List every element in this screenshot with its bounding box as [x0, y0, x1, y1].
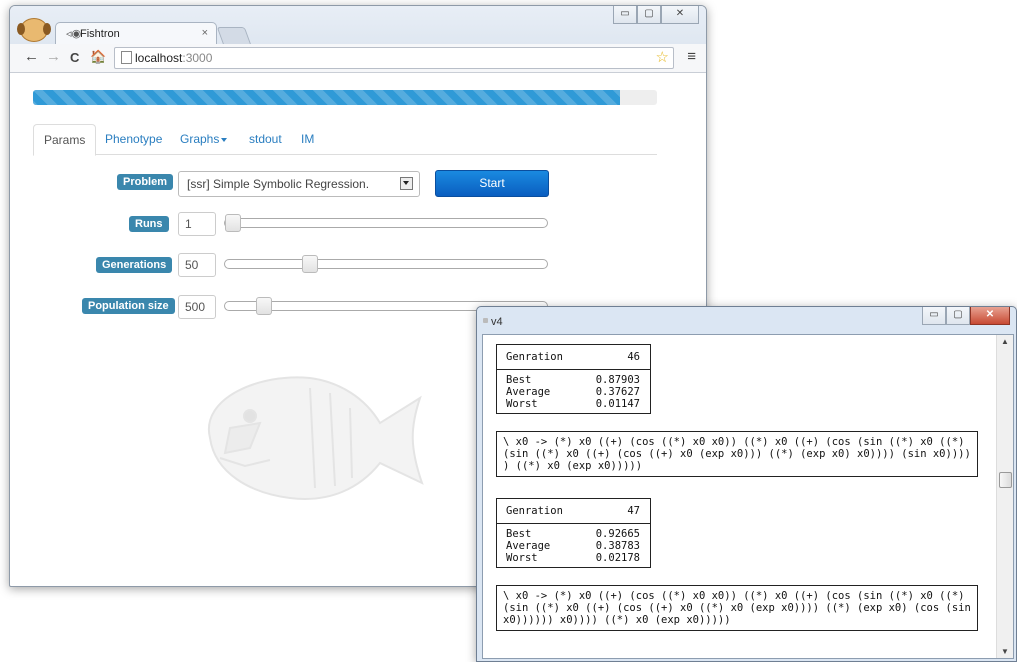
runs-input-value: 1	[185, 217, 192, 231]
generation-stats: Best 0.92665 Average 0.38783 Worst 0.02178	[497, 524, 650, 567]
dropdown-arrow-icon	[400, 177, 413, 190]
generations-input-value: 50	[185, 258, 199, 272]
nav-tabs: Params Phenotype Graphs stdout IM	[33, 124, 657, 156]
stat-row-worst: Worst 0.01147	[497, 398, 650, 410]
vertical-scrollbar[interactable]: ▲ ▼	[996, 335, 1013, 658]
population-size-input[interactable]: 500	[178, 295, 216, 319]
fishtron-fish-logo-icon	[207, 376, 424, 500]
problem-label: Problem	[117, 174, 174, 190]
best-expression: \ x0 -> (*) x0 ((+) (cos ((*) x0 x0)) ((…	[496, 431, 978, 477]
tab-title: Fishtron	[80, 28, 120, 40]
generation-box: Genration 46 Best 0.87903 Average 0.37627 …	[496, 344, 651, 414]
stat-label: Worst	[506, 398, 538, 410]
population-size-input-value: 500	[185, 300, 206, 314]
generation-header: Genration 47	[497, 499, 650, 524]
stat-row-best: Best 0.87903	[497, 374, 650, 386]
stat-label: Best	[506, 528, 532, 540]
stat-label: Average	[506, 540, 551, 552]
browser-toolbar: ← → C 🏠 localhost:3000 ☆ ≡	[10, 44, 706, 73]
stat-value: 0.87903	[595, 374, 640, 386]
runs-slider-handle[interactable]	[225, 214, 241, 232]
back-arrow-icon[interactable]: ←	[24, 48, 39, 65]
v4-window-controls: ▭ ▢ ✕	[922, 307, 1010, 325]
v4-window-title: v4	[491, 316, 503, 328]
address-bar[interactable]: localhost:3000 ☆	[114, 47, 674, 69]
stat-label: Best	[506, 374, 532, 386]
runs-slider[interactable]	[224, 214, 548, 232]
tab-close-icon[interactable]: ×	[202, 27, 208, 39]
tab-graphs[interactable]: Graphs	[170, 124, 237, 153]
stat-label: Average	[506, 386, 551, 398]
evolution-progress-bar	[33, 90, 657, 105]
stat-row-average: Average 0.37627	[497, 386, 650, 398]
browser-window-controls: ▭ ▢ ✕	[613, 6, 699, 24]
stat-row-worst: Worst 0.02178	[497, 552, 650, 564]
v4-close-button[interactable]: ✕	[970, 307, 1010, 325]
url-host: localhost	[135, 51, 183, 65]
stat-row-average: Average 0.38783	[497, 540, 650, 552]
scroll-down-arrow-icon[interactable]: ▼	[1001, 647, 1009, 656]
v4-window: v4 ▭ ▢ ✕ Genration 46 Best 0.87903 Averag…	[476, 306, 1017, 662]
progress-fill	[33, 90, 620, 105]
population-size-label: Population size	[82, 298, 175, 314]
forward-arrow-icon[interactable]: →	[46, 48, 61, 65]
problem-select[interactable]: [ssr] Simple Symbolic Regression.	[178, 171, 420, 197]
best-expression: \ x0 -> (*) x0 ((+) (cos ((*) x0 x0)) ((…	[496, 585, 978, 631]
generation-number: 46	[627, 351, 640, 363]
generations-slider-handle[interactable]	[302, 255, 318, 273]
minimize-button[interactable]: ▭	[613, 6, 637, 24]
maximize-button[interactable]: ▢	[637, 6, 661, 24]
generations-label: Generations	[96, 257, 173, 273]
url-port: :3000	[182, 51, 213, 65]
tab-stdout[interactable]: stdout	[239, 124, 292, 153]
runs-input[interactable]: 1	[178, 212, 216, 236]
v4-output-panel: Genration 46 Best 0.87903 Average 0.37627 …	[482, 334, 1014, 659]
stat-value: 0.92665	[595, 528, 640, 540]
stat-value: 0.02178	[595, 552, 640, 564]
scrollbar-thumb[interactable]	[999, 472, 1012, 488]
stat-value: 0.37627	[595, 386, 640, 398]
generations-slider[interactable]	[224, 255, 548, 273]
generation-label: Genration	[506, 351, 563, 363]
tab-im[interactable]: IM	[291, 124, 324, 153]
start-button[interactable]: Start	[435, 170, 549, 197]
stat-value: 0.38783	[595, 540, 640, 552]
v4-maximize-button[interactable]: ▢	[946, 307, 970, 325]
tab-graphs-label: Graphs	[180, 132, 220, 146]
browser-tab[interactable]: ◃◉ Fishtron ×	[55, 22, 217, 45]
chrome-user-avatar-icon[interactable]	[17, 18, 51, 42]
new-tab-button[interactable]	[216, 27, 252, 45]
tab-params[interactable]: Params	[33, 124, 97, 156]
page-icon	[121, 51, 132, 64]
generation-box: Genration 47 Best 0.92665 Average 0.38783 …	[496, 498, 651, 568]
generation-number: 47	[627, 505, 640, 517]
home-icon[interactable]: 🏠	[90, 49, 106, 65]
generation-header: Genration 46	[497, 345, 650, 370]
window-icon	[483, 318, 488, 323]
url-text: localhost:3000	[135, 51, 212, 65]
stat-label: Worst	[506, 552, 538, 564]
generations-input[interactable]: 50	[178, 253, 216, 277]
tab-phenotype[interactable]: Phenotype	[95, 124, 172, 153]
population-size-slider-handle[interactable]	[256, 297, 272, 315]
bookmark-star-icon[interactable]: ☆	[656, 48, 669, 66]
chevron-down-icon	[221, 137, 228, 142]
problem-select-value: [ssr] Simple Symbolic Regression.	[187, 177, 370, 191]
generation-label: Genration	[506, 505, 563, 517]
fish-icon: ◃◉	[66, 28, 82, 40]
browser-menu-icon[interactable]: ≡	[687, 48, 696, 65]
close-button[interactable]: ✕	[661, 6, 699, 24]
scroll-up-arrow-icon[interactable]: ▲	[1001, 337, 1009, 346]
stat-value: 0.01147	[595, 398, 640, 410]
v4-minimize-button[interactable]: ▭	[922, 307, 946, 325]
browser-titlebar: ◃◉ Fishtron × ▭ ▢ ✕	[10, 6, 706, 45]
runs-label: Runs	[129, 216, 169, 232]
reload-icon[interactable]: C	[70, 50, 79, 65]
generation-stats: Best 0.87903 Average 0.37627 Worst 0.01147	[497, 370, 650, 413]
stat-row-best: Best 0.92665	[497, 528, 650, 540]
